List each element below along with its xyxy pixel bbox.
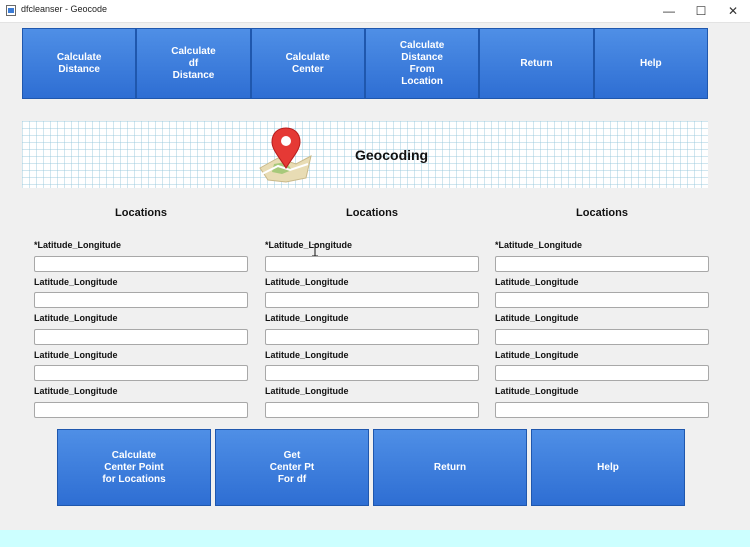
close-button[interactable]: ✕ (717, 0, 749, 22)
window-title: dfcleanser - Geocode (21, 4, 108, 14)
latlong-input-2[interactable] (34, 292, 248, 308)
action-help-button[interactable]: Help (531, 429, 685, 506)
field-label: Latitude_Longitude (495, 277, 579, 287)
map-pin-icon (259, 127, 312, 183)
latlong-input-1[interactable] (265, 256, 479, 272)
latlong-input-3[interactable] (495, 329, 709, 345)
window-titlebar: dfcleanser - Geocode — ☐ ✕ (0, 0, 750, 23)
column-heading: Locations (346, 207, 398, 219)
text-cursor-icon (312, 244, 318, 256)
column-heading: Locations (576, 207, 628, 219)
field-label: Latitude_Longitude (34, 313, 118, 323)
maximize-button[interactable]: ☐ (685, 0, 717, 22)
field-label: Latitude_Longitude (34, 350, 118, 360)
locations-column-2: Locations *Latitude_Longitude Latitude_L… (265, 207, 479, 418)
latlong-input-3[interactable] (34, 329, 248, 345)
latlong-input-5[interactable] (34, 402, 248, 418)
calculate-center-point-button[interactable]: Calculate Center Point for Locations (57, 429, 211, 506)
field-label: Latitude_Longitude (34, 277, 118, 287)
field-label: Latitude_Longitude (265, 386, 349, 396)
latlong-input-4[interactable] (265, 365, 479, 381)
field-label: *Latitude_Longitude (265, 240, 352, 250)
field-label: *Latitude_Longitude (34, 240, 121, 250)
calculate-distance-from-location-button[interactable]: Calculate Distance From Location (364, 28, 480, 99)
field-label: *Latitude_Longitude (495, 240, 582, 250)
geocode-toolbar: Calculate Distance Calculate df Distance… (22, 28, 708, 99)
calculate-df-distance-button[interactable]: Calculate df Distance (136, 28, 251, 99)
get-center-pt-for-df-button[interactable]: Get Center Pt For df (215, 429, 369, 506)
calculate-center-button[interactable]: Calculate Center (250, 28, 365, 99)
field-label: Latitude_Longitude (265, 277, 349, 287)
latlong-input-3[interactable] (265, 329, 479, 345)
banner-title: Geocoding (355, 147, 429, 163)
toolbar-help-button[interactable]: Help (593, 28, 708, 99)
field-label: Latitude_Longitude (34, 386, 118, 396)
geocoding-banner: Geocoding (22, 121, 708, 188)
field-label: Latitude_Longitude (265, 313, 349, 323)
calculate-distance-button[interactable]: Calculate Distance (22, 28, 137, 99)
latlong-input-4[interactable] (34, 365, 248, 381)
latlong-input-5[interactable] (495, 402, 709, 418)
app-icon (6, 5, 16, 16)
locations-column-1: Locations *Latitude_Longitude Latitude_L… (34, 207, 248, 418)
latlong-input-1[interactable] (495, 256, 709, 272)
locations-column-3: Locations *Latitude_Longitude Latitude_L… (495, 207, 709, 418)
minimize-button[interactable]: — (653, 0, 685, 22)
latlong-input-5[interactable] (265, 402, 479, 418)
latlong-input-2[interactable] (495, 292, 709, 308)
field-label: Latitude_Longitude (495, 386, 579, 396)
field-label: Latitude_Longitude (265, 350, 349, 360)
latlong-input-1[interactable] (34, 256, 248, 272)
latlong-input-4[interactable] (495, 365, 709, 381)
toolbar-return-button[interactable]: Return (479, 28, 594, 99)
field-label: Latitude_Longitude (495, 350, 579, 360)
latlong-input-2[interactable] (265, 292, 479, 308)
field-label: Latitude_Longitude (495, 313, 579, 323)
action-return-button[interactable]: Return (373, 429, 527, 506)
status-strip (0, 530, 750, 547)
column-heading: Locations (115, 207, 167, 219)
